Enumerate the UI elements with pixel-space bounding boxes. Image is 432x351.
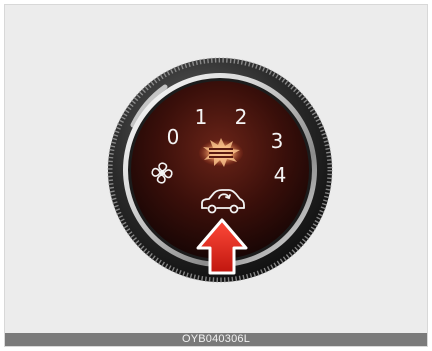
speed-number-3: 3	[271, 129, 284, 153]
speed-number-2: 2	[235, 105, 248, 129]
fan-speed-dial: 0 1 2 3 4	[107, 57, 333, 283]
illustration-frame: 0 1 2 3 4 OYB040306L	[4, 4, 428, 347]
speed-number-0: 0	[167, 125, 180, 149]
image-code-caption: OYB040306L	[181, 333, 251, 345]
speed-number-1: 1	[195, 105, 208, 129]
caption-bar: OYB040306L	[5, 333, 427, 346]
speed-number-4: 4	[274, 163, 287, 187]
